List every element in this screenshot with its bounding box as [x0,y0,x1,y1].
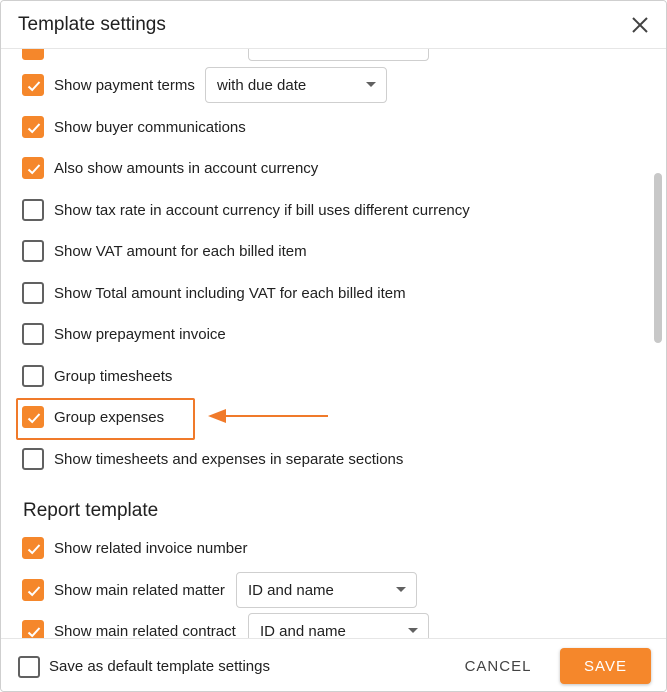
checkbox-show-payment-terms[interactable] [22,74,44,96]
dialog-header: Template settings [1,1,666,49]
main-related-matter-select-value: ID and name [248,581,334,599]
label-show-buyer-communications: Show buyer communications [54,118,246,136]
option-show-payment-terms: Show payment terms [22,73,195,97]
label-show-payment-terms: Show payment terms [54,76,195,94]
option-show-vat-amount-for-each-billed-item: Show VAT amount for each billed item [22,239,307,263]
checkbox-save-as-default[interactable] [18,656,40,678]
option-show-prepayment-invoice: Show prepayment invoice [22,322,226,346]
content-scrollbar[interactable] [654,173,662,343]
template-settings-dialog: Show payment terms with due date Show bu… [0,0,667,692]
checkbox-show-main-related-matter[interactable] [22,579,44,601]
option-show-main-related-matter: Show main related matter [22,578,225,602]
option-group-timesheets: Group timesheets [22,364,172,388]
dialog-footer: Save as default template settings CANCEL… [1,638,666,691]
label-show-vat-amount-for-each-billed-item: Show VAT amount for each billed item [54,242,307,260]
payment-terms-select[interactable]: with due date [205,67,387,103]
label-show-main-related-matter: Show main related matter [54,581,225,599]
label-show-tax-rate-in-account-currency-if-bill-uses-different-currency: Show tax rate in account currency if bil… [54,201,470,219]
annotation-arrow-icon [208,409,328,423]
check-icon [27,164,41,175]
check-icon [27,413,41,424]
close-icon [632,17,648,33]
label-show-total-amount-including-vat-for-each-billed-item: Show Total amount including VAT for each… [54,284,406,302]
dialog-title: Template settings [18,14,166,35]
check-icon [27,586,41,597]
checkbox-show-vat-amount-for-each-billed-item[interactable] [22,240,44,262]
label-show-related-invoice-number: Show related invoice number [54,539,248,557]
checkbox-group-expenses[interactable] [22,406,44,428]
checkbox-show-total-amount-including-vat-for-each-billed-item[interactable] [22,282,44,304]
label-save-as-default: Save as default template settings [49,658,270,675]
checkbox-show-timesheets-and-expenses-in-separate-sections[interactable] [22,448,44,470]
label-also-show-amounts-in-account-currency: Also show amounts in account currency [54,159,319,177]
check-icon [27,81,41,92]
checkbox-group-timesheets[interactable] [22,365,44,387]
checkbox-show-prepayment-invoice[interactable] [22,323,44,345]
label-group-timesheets: Group timesheets [54,367,173,385]
label-show-main-related-contract: Show main related contract [54,622,236,639]
option-show-related-invoice-number: Show related invoice number [22,536,247,560]
chevron-down-icon [366,82,376,87]
main-related-contract-select[interactable]: ID and name [248,613,429,638]
check-icon [27,544,41,555]
label-show-timesheets-and-expenses-in-separate-sections: Show timesheets and expenses in separate… [54,450,404,468]
option-show-timesheets-and-expenses-in-separate-sections: Show timesheets and expenses in separate… [22,447,403,471]
checkbox-show-tax-rate-in-account-currency-if-bill-uses-different-currency[interactable] [22,199,44,221]
save-button[interactable]: SAVE [560,648,651,684]
chevron-down-icon [396,587,406,592]
option-show-main-related-contract: Show main related contract [22,619,236,638]
check-icon [27,123,41,134]
checkbox-also-show-amounts-in-account-currency[interactable] [22,157,44,179]
dialog-content: Show payment terms with due date Show bu… [1,1,666,638]
checkbox-show-related-invoice-number[interactable] [22,537,44,559]
main-related-matter-select[interactable]: ID and name [236,572,417,608]
check-icon [27,627,41,638]
chevron-down-icon [408,628,418,633]
option-group-expenses: Group expenses [22,405,164,429]
close-button[interactable] [624,9,656,41]
report-template-heading: Report template [23,500,159,521]
payment-terms-select-value: with due date [217,76,307,94]
checkbox-show-buyer-communications[interactable] [22,116,44,138]
label-group-expenses: Group expenses [54,408,165,426]
option-show-total-amount-including-vat-for-each-billed-item: Show Total amount including VAT for each… [22,281,406,305]
option-also-show-amounts-in-account-currency: Also show amounts in account currency [22,156,318,180]
checkbox-show-main-related-contract[interactable] [22,620,44,638]
option-show-buyer-communications: Show buyer communications [22,115,246,139]
main-related-contract-select-value: ID and name [260,622,346,639]
label-show-prepayment-invoice: Show prepayment invoice [54,325,226,343]
cancel-button[interactable]: CANCEL [453,648,543,684]
option-show-tax-rate-in-account-currency-if-bill-uses-different-currency: Show tax rate in account currency if bil… [22,198,470,222]
